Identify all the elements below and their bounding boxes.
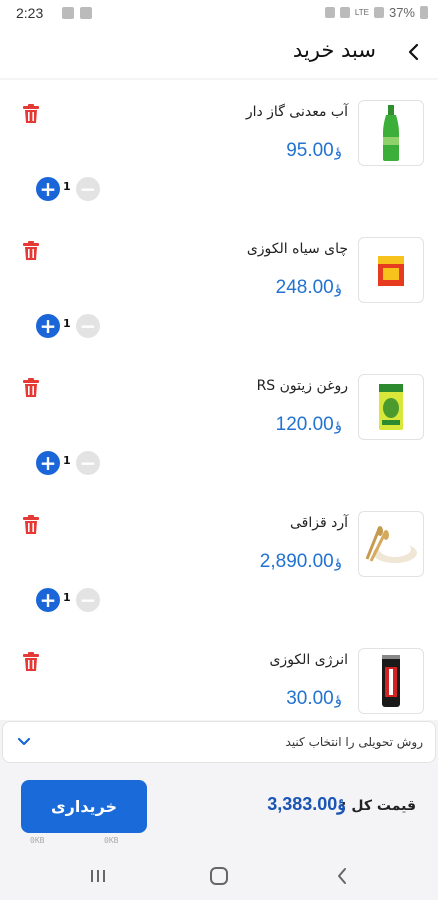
tea-box-icon — [358, 237, 424, 303]
item-quantity: 1 — [63, 180, 71, 193]
status-right: LTE 37% — [324, 5, 428, 20]
battery-percent: 37% — [388, 5, 415, 20]
delivery-placeholder: روش تحویلی را انتخاب کنید — [285, 735, 423, 749]
chevron-down-icon — [17, 737, 31, 746]
cart-item: انرژی الکوزی ؤ30.00 — [0, 628, 438, 720]
item-price: ؤ2,890.00 — [259, 551, 342, 572]
item-name: روغن زیتون RS — [256, 378, 348, 394]
checkout-footer: خریداری قیمت کل : ؤ3,383.00 0KB 0KB — [0, 766, 438, 852]
network-label: LTE — [354, 8, 369, 17]
recent-apps-icon[interactable] — [90, 869, 106, 883]
mute-icon — [339, 7, 350, 18]
item-price: ؤ30.00 — [286, 688, 342, 709]
item-quantity: 1 — [63, 591, 71, 604]
decrease-button[interactable]: − — [76, 451, 100, 475]
energy-can-icon — [358, 648, 424, 714]
chevron-left-icon[interactable] — [404, 40, 424, 64]
decrease-button[interactable]: − — [76, 314, 100, 338]
item-name: آرد قزاقی — [289, 515, 348, 531]
purchase-button[interactable]: خریداری — [21, 780, 147, 833]
page-title: سبد خرید — [292, 38, 376, 62]
signal-icon — [373, 7, 384, 18]
item-quantity: 1 — [63, 317, 71, 330]
oil-can-icon — [358, 374, 424, 440]
cart-item: روغن زیتون RS ؤ120.00 + 1 − — [0, 354, 438, 491]
decrease-button[interactable]: − — [76, 177, 100, 201]
increase-button[interactable]: + — [36, 314, 60, 338]
back-icon[interactable] — [336, 867, 348, 885]
item-price: ؤ120.00 — [275, 414, 342, 435]
item-name: آب معدنی گاز دار — [245, 104, 348, 120]
item-name: چای سیاه الکوزی — [246, 241, 348, 257]
decrease-button[interactable]: − — [76, 588, 100, 612]
notification-icons — [62, 7, 92, 19]
status-bar: 2:23 LTE 37% — [0, 0, 438, 28]
item-quantity: 1 — [63, 454, 71, 467]
trash-icon[interactable] — [22, 104, 40, 124]
system-nav-bar — [0, 852, 438, 900]
home-icon[interactable] — [210, 867, 228, 885]
trash-icon[interactable] — [22, 378, 40, 398]
increase-button[interactable]: + — [36, 588, 60, 612]
delivery-method-select[interactable]: روش تحویلی را انتخاب کنید — [2, 721, 436, 763]
item-price: ؤ248.00 — [275, 277, 342, 298]
green-bottle-icon — [358, 100, 424, 166]
alarm-icon — [324, 7, 335, 18]
app-header: سبد خرید — [0, 28, 438, 78]
app-notification-icon — [80, 7, 92, 19]
cart-list[interactable]: آب معدنی گاز دار ؤ95.00 + 1 − چای سیاه ا… — [0, 80, 438, 720]
total-label: قیمت کل : — [340, 798, 416, 814]
cart-item: آرد قزاقی ؤ2,890.00 + 1 − — [0, 491, 438, 628]
battery-icon — [420, 6, 428, 19]
increase-button[interactable]: + — [36, 177, 60, 201]
item-name: انرژی الکوزی — [269, 652, 348, 668]
increase-button[interactable]: + — [36, 451, 60, 475]
status-time: 2:23 — [16, 5, 44, 21]
debug-label-right: 0KB — [104, 836, 119, 845]
cart-item: آب معدنی گاز دار ؤ95.00 + 1 − — [0, 80, 438, 217]
trash-icon[interactable] — [22, 241, 40, 261]
flour-bag-icon — [358, 511, 424, 577]
total-price: ؤ3,383.00 — [267, 794, 346, 814]
cart-item: چای سیاه الکوزی ؤ248.00 + 1 − — [0, 217, 438, 354]
trash-icon[interactable] — [22, 652, 40, 672]
trash-icon[interactable] — [22, 515, 40, 535]
debug-label-left: 0KB — [30, 836, 45, 845]
item-price: ؤ95.00 — [286, 140, 342, 161]
image-notification-icon — [62, 7, 74, 19]
